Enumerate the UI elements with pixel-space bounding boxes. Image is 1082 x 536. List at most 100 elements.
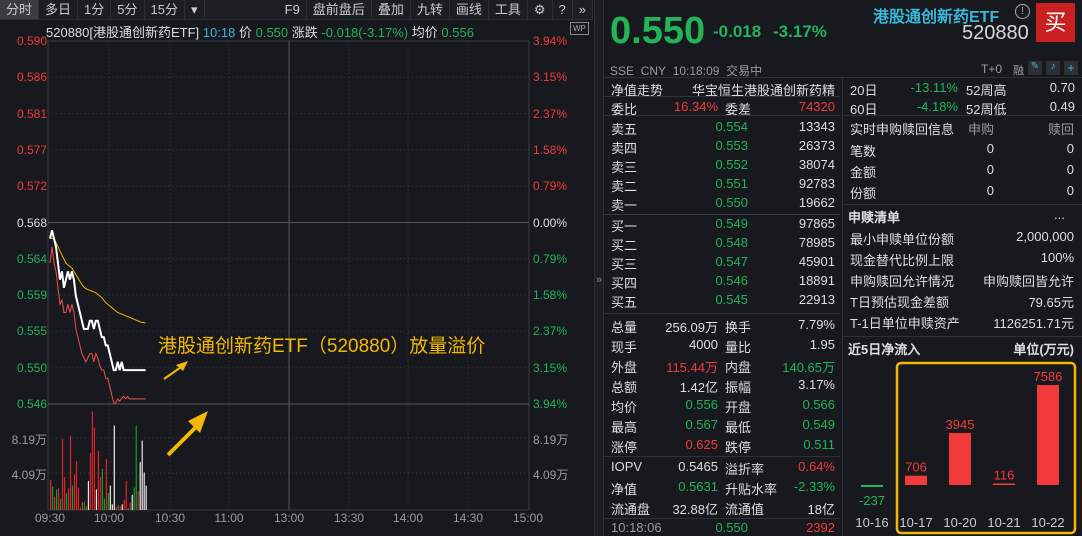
sub-row-label: 金额 (850, 165, 877, 180)
stat-label: 最高 (611, 420, 638, 435)
edit-icon[interactable]: ✎ (1028, 61, 1042, 75)
time-axis-label: 09:30 (34, 511, 66, 525)
cell: 0.567 (660, 417, 718, 432)
list-row-value: 1126251.71元 (993, 316, 1074, 331)
cell: 13:30 (332, 511, 366, 525)
cell: 3.17% (760, 377, 835, 392)
stat-value2: 140.65万 (782, 360, 835, 375)
volume-bar (123, 499, 125, 510)
list-row-label: 申购赎回允许情况 (850, 274, 955, 289)
volume-bar (61, 438, 64, 510)
ask-volume: 38074 (798, 157, 835, 172)
cell: 2,000,000 (960, 229, 1074, 244)
t0-badge: T+0 (981, 62, 1003, 76)
exchange: SSE (610, 64, 635, 78)
time-axis-label: 14:00 (392, 511, 424, 525)
volume-bar (97, 450, 99, 510)
cell: 笔数 (850, 141, 876, 160)
inflow-value-label: -237 (859, 493, 885, 508)
cell: -2.33% (760, 479, 835, 494)
cell: 10:18:06 (611, 520, 662, 535)
sub-row-label: 份额 (850, 186, 877, 201)
add-icon[interactable]: + (1064, 61, 1078, 75)
bid-price: 0.545 (715, 292, 748, 307)
stat-value2: 0.511 (803, 437, 835, 452)
cell (843, 336, 1082, 337)
volume-bar (127, 508, 129, 510)
week52-value: 0.70 (1049, 80, 1075, 95)
cell: 2.37% (533, 107, 567, 121)
cell: 0.625 (660, 437, 718, 452)
volume-bar (139, 462, 141, 510)
pct-axis-label: 2.37% (533, 324, 568, 339)
collapse-icon[interactable]: » (596, 274, 602, 286)
cell: 0 (950, 162, 994, 177)
ask-price: 0.553 (715, 138, 748, 153)
sub-row-label: 笔数 (850, 144, 877, 159)
cell: 2.37% (533, 324, 567, 338)
etf-stat-label: IOPV (611, 459, 643, 474)
cell: 14:30 (451, 511, 485, 525)
net-inflow-unit: 单位(万元) (1013, 342, 1074, 357)
stat-label2: 换手 (725, 320, 752, 335)
cell: 78985 (770, 235, 835, 250)
list-row-value: 79.65元 (1028, 295, 1074, 310)
pct-axis-label: 0.00% (533, 215, 568, 230)
ask-price: 0.551 (715, 176, 748, 191)
inflow-value-label: 3945 (946, 417, 975, 432)
cell: 38074 (770, 157, 835, 172)
cell: 09:30 (33, 511, 67, 525)
panel-divider[interactable]: » (594, 0, 604, 536)
time-axis-label: 11:00 (214, 511, 244, 525)
more-button[interactable]: ... (1054, 207, 1065, 222)
price-axis-label: 0.559 (16, 288, 47, 303)
volume-bar (93, 427, 96, 510)
cell: 0.545 (690, 292, 748, 307)
volume-bar (113, 425, 115, 510)
net-inflow-chart: -237 10-16 706 10-17 3945 10-20 116 10-21 7586 10… (855, 361, 1077, 535)
inflow-date-label: 10-20 (943, 515, 976, 530)
cell: 均价 (611, 397, 637, 416)
inflow-bar (1037, 385, 1059, 485)
volume-bar (85, 506, 88, 510)
cell: 15:00 (511, 511, 545, 525)
cell: 0.49 (1030, 99, 1075, 114)
stat-value2: 1.95 (809, 337, 835, 352)
bell-icon[interactable]: ♪ (1046, 61, 1060, 75)
volume-axis-label: 8.19万 (11, 433, 47, 447)
info-icon[interactable]: ! (1015, 4, 1030, 19)
inflow-date-label: 10-16 (855, 515, 888, 530)
time-axis-label: 14:30 (452, 511, 484, 525)
stat-label2: 跌停 (725, 440, 752, 455)
volume-bar (141, 440, 143, 510)
inflow-date-label: 10-17 (899, 515, 932, 530)
intraday-chart (47, 40, 530, 511)
volume-bar (125, 480, 127, 510)
bid-level: 买一 (611, 219, 638, 234)
volume-bar (103, 498, 105, 510)
cell: 外盘 (611, 357, 637, 376)
cell: 0.546 (2, 397, 47, 411)
cell: 内盘 (725, 357, 751, 376)
pct-axis-label: 3.94% (533, 34, 568, 48)
volume-bar (59, 498, 62, 510)
volume-bar (67, 488, 70, 510)
cell (604, 518, 840, 519)
cell: 3.15% (533, 70, 567, 84)
cell: 13:00 (272, 511, 306, 525)
buy-button[interactable]: 买 (1036, 3, 1075, 42)
volume-bar (53, 496, 56, 510)
volume-bar (73, 474, 76, 510)
cell: 0.547 (690, 254, 748, 269)
cell: 26373 (770, 138, 835, 153)
stat-value: 256.09万 (665, 320, 718, 335)
cell: 赎回 (1048, 119, 1074, 138)
etf-stat-label2: 流通值 (725, 502, 765, 517)
price-axis-label: 0.564 (16, 251, 47, 266)
redemption-list-title: 申赎清单 (848, 210, 901, 225)
cell: 0.550 (690, 195, 748, 210)
cell: 0 (1030, 141, 1074, 156)
stat-value2: 7.79% (798, 317, 835, 332)
last-price: 0.550 (610, 10, 706, 52)
cell: 申购赎回皆允许 (960, 271, 1074, 290)
